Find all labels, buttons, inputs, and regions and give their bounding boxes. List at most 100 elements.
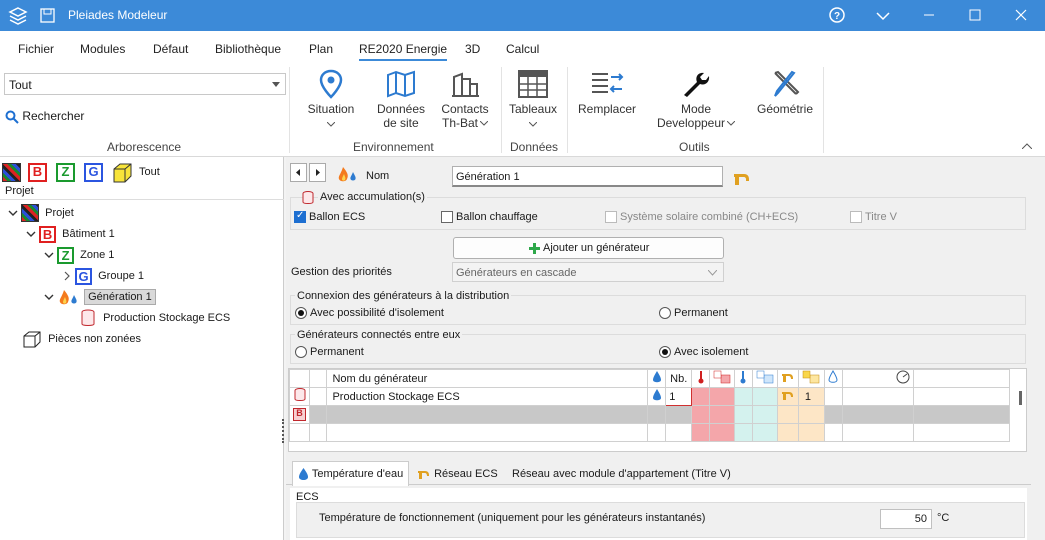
menu-calcul[interactable]: Calcul bbox=[506, 42, 539, 56]
table-cell-cyan[interactable] bbox=[751, 423, 778, 442]
ballon-ecs-checkbox[interactable]: Ballon ECS bbox=[294, 210, 365, 224]
table-cell-pink[interactable] bbox=[691, 423, 711, 442]
collapse-icon[interactable] bbox=[860, 0, 906, 31]
table-cell[interactable] bbox=[823, 423, 843, 442]
row-faucet-cell[interactable] bbox=[776, 387, 799, 406]
table-cell[interactable] bbox=[326, 405, 649, 424]
table-cell[interactable] bbox=[913, 423, 1010, 442]
contacts-thbat-button[interactable]: Contacts Th-Bat bbox=[434, 69, 496, 130]
table-cell[interactable] bbox=[647, 423, 667, 442]
priorites-select[interactable]: Générateurs en cascade bbox=[452, 262, 724, 282]
tree-node-groupe[interactable]: G Groupe 1 bbox=[62, 266, 144, 286]
tree-filter-select[interactable]: Tout bbox=[4, 73, 286, 95]
table-cell[interactable] bbox=[823, 405, 843, 424]
ajouter-generateur-button[interactable]: Ajouter un générateur bbox=[453, 237, 724, 259]
ballon-chauffage-checkbox[interactable]: Ballon chauffage bbox=[441, 211, 538, 224]
table-row-empty-selected[interactable]: B bbox=[289, 405, 1010, 424]
filter-zone-icon[interactable]: Z bbox=[56, 163, 75, 182]
table-cell-pink[interactable] bbox=[709, 387, 736, 406]
close-button[interactable] bbox=[998, 0, 1044, 31]
table-cell-cyan[interactable] bbox=[734, 423, 753, 442]
table-cell-cyan[interactable] bbox=[751, 405, 778, 424]
menu-modules[interactable]: Modules bbox=[80, 42, 125, 56]
geometrie-label: Géométrie bbox=[756, 102, 814, 116]
grid-scrollbar-thumb[interactable] bbox=[1019, 391, 1022, 405]
maximize-button[interactable] bbox=[952, 0, 998, 31]
table-cell-cyan[interactable] bbox=[751, 387, 778, 406]
table-cell[interactable] bbox=[823, 387, 843, 406]
table-cell[interactable] bbox=[665, 405, 693, 424]
menu-bibliotheque[interactable]: Bibliothèque bbox=[215, 42, 281, 56]
donnees-site-button[interactable]: Données de site bbox=[370, 69, 432, 130]
mode-developpeur-button[interactable]: Mode Developpeur bbox=[656, 69, 736, 130]
table-cell[interactable] bbox=[665, 423, 693, 442]
menu-3d[interactable]: 3D bbox=[465, 42, 480, 56]
gen-permanent-radio[interactable]: Permanent bbox=[295, 346, 364, 359]
tab-temperature-eau[interactable]: Température d'eau bbox=[292, 461, 410, 486]
table-cell-pink[interactable] bbox=[709, 405, 736, 424]
minimize-button[interactable] bbox=[906, 0, 952, 31]
tree-node-batiment[interactable]: B Bâtiment 1 bbox=[26, 224, 115, 244]
tab-reseau-module[interactable]: Réseau avec module d'appartement (Titre … bbox=[512, 463, 731, 485]
table-cell[interactable] bbox=[841, 387, 915, 406]
table-cell[interactable] bbox=[647, 405, 667, 424]
table-cell-peach[interactable] bbox=[776, 423, 799, 442]
row-name-cell[interactable]: Production Stockage ECS bbox=[326, 387, 649, 406]
collapse-ribbon-icon[interactable] bbox=[1022, 143, 1032, 149]
table-cell[interactable] bbox=[913, 405, 1010, 424]
situation-button[interactable]: Situation bbox=[300, 69, 362, 130]
table-row[interactable]: Production Stockage ECS 1 1 bbox=[289, 387, 1010, 406]
splitter-handle[interactable] bbox=[282, 419, 285, 443]
titre-v-checkbox[interactable]: Titre V bbox=[850, 211, 897, 224]
conn-permanent-radio[interactable]: Permanent bbox=[659, 307, 728, 320]
filter-batiment-icon[interactable]: B bbox=[28, 163, 47, 182]
table-cell-pink[interactable] bbox=[691, 405, 711, 424]
tableaux-button[interactable]: Tableaux bbox=[504, 69, 562, 130]
remplacer-button[interactable]: Remplacer bbox=[573, 69, 641, 116]
tree-node-pieces[interactable]: Pièces non zonées bbox=[22, 329, 141, 349]
yellow-cube-icon[interactable] bbox=[111, 162, 133, 184]
faucet-icon[interactable] bbox=[732, 169, 752, 187]
all-levels-icon[interactable] bbox=[2, 163, 21, 182]
prev-button[interactable] bbox=[290, 163, 307, 182]
tree-node-production[interactable]: Production Stockage ECS bbox=[80, 308, 230, 328]
next-button[interactable] bbox=[309, 163, 326, 182]
row-qty-cell[interactable]: 1 bbox=[797, 387, 825, 406]
table-cell-peach[interactable] bbox=[797, 423, 825, 442]
nom-input[interactable]: Génération 1 bbox=[452, 166, 723, 187]
menu-plan[interactable]: Plan bbox=[309, 42, 333, 56]
menu-re2020-energie[interactable]: RE2020 Energie bbox=[359, 42, 448, 61]
table-cell[interactable] bbox=[913, 387, 1010, 406]
table-row-empty[interactable] bbox=[289, 423, 1010, 442]
solaire-checkbox[interactable]: Système solaire combiné (CH+ECS) bbox=[605, 211, 799, 224]
table-cell-pink[interactable] bbox=[691, 387, 711, 406]
solaire-label: Système solaire combiné (CH+ECS) bbox=[620, 211, 799, 223]
tree-node-zone[interactable]: Z Zone 1 bbox=[44, 245, 114, 265]
row-nb-cell[interactable]: 1 bbox=[665, 387, 693, 406]
table-cell-cyan[interactable] bbox=[734, 387, 753, 406]
menu-fichier[interactable]: Fichier bbox=[18, 42, 54, 56]
save-icon[interactable] bbox=[40, 8, 55, 23]
tab-reseau-ecs[interactable]: Réseau ECS bbox=[417, 463, 498, 485]
tree-node-generation[interactable]: Génération 1 bbox=[44, 287, 156, 307]
table-cell-peach[interactable] bbox=[776, 405, 799, 424]
filter-groupe-icon[interactable]: G bbox=[84, 163, 103, 182]
help-icon[interactable]: ? bbox=[814, 0, 860, 31]
conn-isolement-radio[interactable]: Avec possibilité d'isolement bbox=[295, 307, 444, 320]
table-cell-cyan[interactable] bbox=[734, 405, 753, 424]
contacts-label-1: Contacts bbox=[441, 102, 489, 116]
filter-all-label[interactable]: Tout bbox=[139, 166, 160, 178]
gen-isolement-radio[interactable]: Avec isolement bbox=[659, 346, 748, 359]
groupe-icon: G bbox=[75, 267, 93, 285]
table-cell-pink[interactable] bbox=[709, 423, 736, 442]
geometrie-button[interactable]: Géométrie bbox=[752, 69, 818, 116]
tree-node-projet[interactable]: Projet bbox=[8, 203, 74, 223]
wrench-icon bbox=[684, 72, 710, 97]
table-cell-peach[interactable] bbox=[797, 405, 825, 424]
search-button[interactable]: Rechercher bbox=[5, 109, 84, 124]
table-cell[interactable] bbox=[326, 423, 649, 442]
table-cell[interactable] bbox=[841, 423, 915, 442]
table-cell[interactable] bbox=[841, 405, 915, 424]
temp-input[interactable]: 50 bbox=[880, 509, 932, 529]
menu-defaut[interactable]: Défaut bbox=[153, 42, 188, 56]
